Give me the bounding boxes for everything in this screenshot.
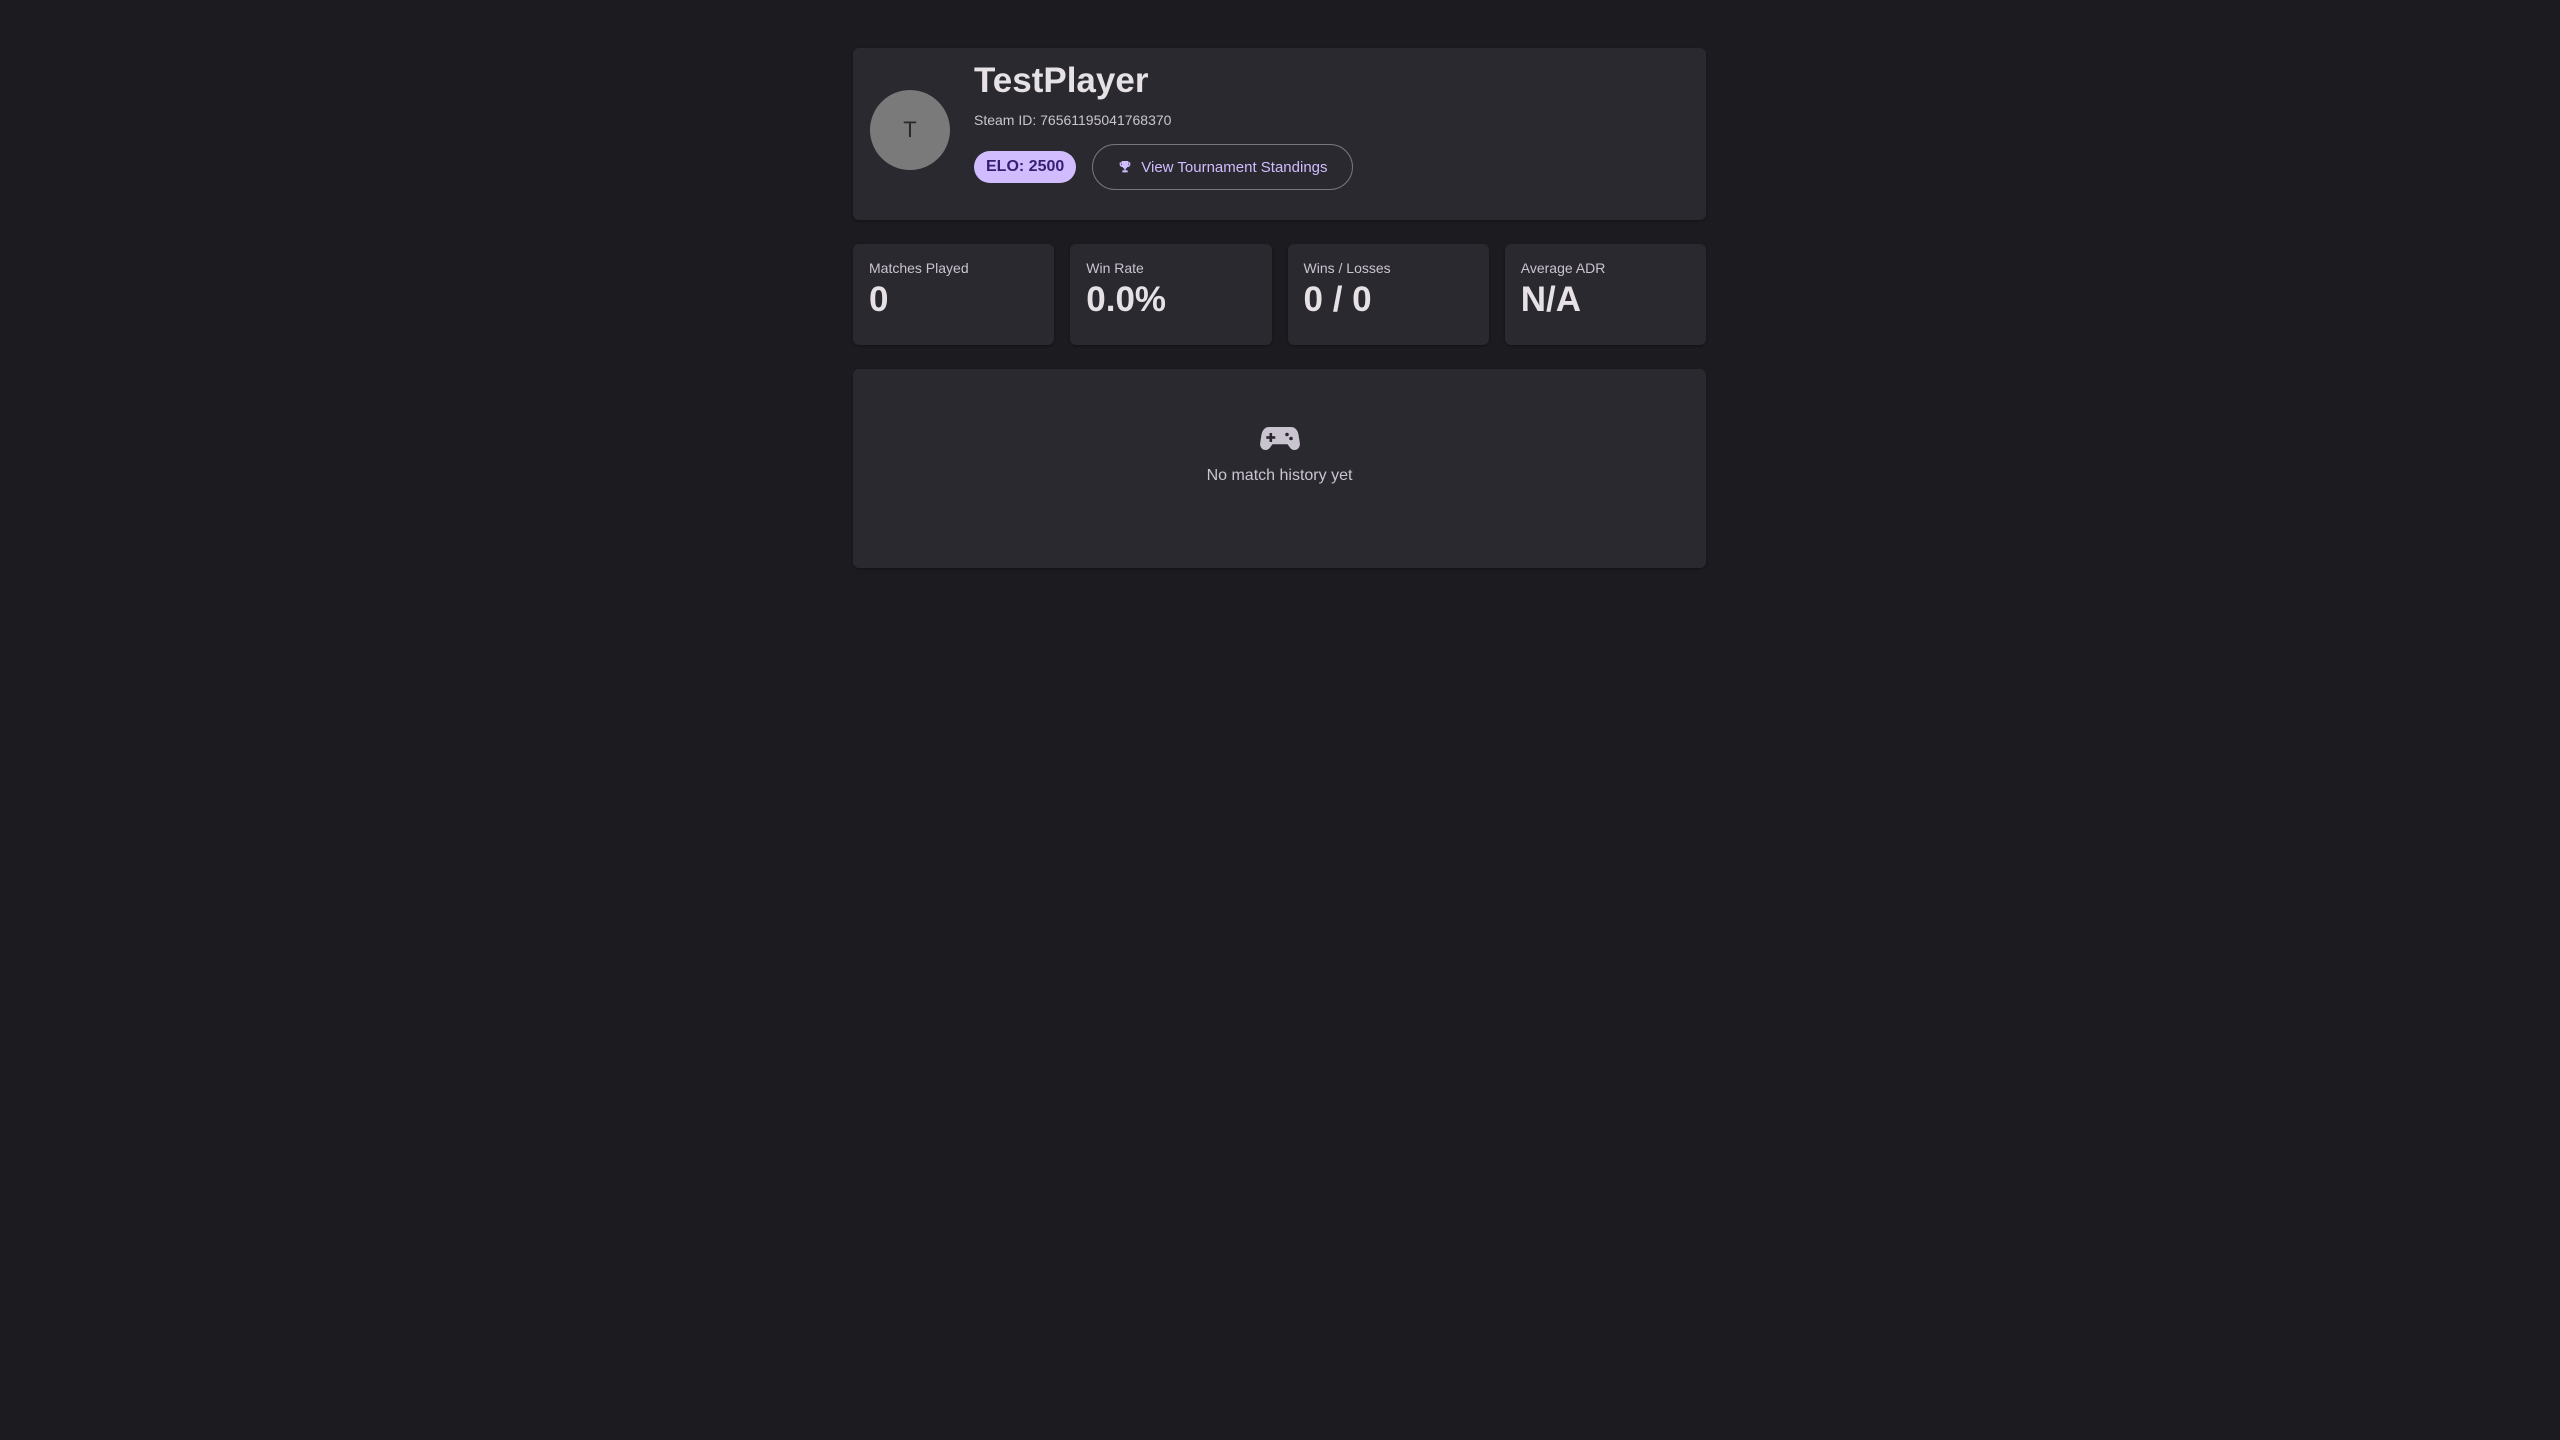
- stat-card-wins-losses: Wins / Losses 0 / 0: [1287, 244, 1489, 345]
- view-tournament-standings-button[interactable]: View Tournament Standings: [1092, 144, 1353, 190]
- stat-card-matches-played: Matches Played 0: [853, 244, 1055, 345]
- stat-card-average-adr: Average ADR N/A: [1504, 244, 1706, 345]
- steam-id: Steam ID: 76561195041768370: [974, 112, 1172, 128]
- stat-card-win-rate: Win Rate 0.0%: [1070, 244, 1272, 345]
- badge-row: ELO: 2500 View Tournament Standings: [974, 144, 1353, 190]
- stat-value: 0 / 0: [1303, 280, 1372, 319]
- gamepad-icon: [1259, 427, 1300, 450]
- standings-button-label: View Tournament Standings: [1141, 158, 1328, 176]
- player-name: TestPlayer: [974, 61, 1149, 100]
- no-match-history-text: No match history yet: [1206, 467, 1353, 484]
- stat-value: 0: [869, 280, 889, 319]
- stats-row: Matches Played 0 Win Rate 0.0% Wins / Lo…: [853, 244, 1706, 345]
- stat-label: Win Rate: [1086, 260, 1144, 276]
- elo-badge: ELO: 2500: [974, 151, 1077, 183]
- player-info: TestPlayer Steam ID: 76561195041768370 E…: [974, 62, 1353, 190]
- stat-label: Wins / Losses: [1303, 260, 1391, 276]
- trophy-icon: [1117, 159, 1133, 175]
- profile-card: T TestPlayer Steam ID: 76561195041768370…: [853, 48, 1706, 220]
- avatar: T: [870, 90, 950, 170]
- stat-label: Matches Played: [869, 260, 969, 276]
- stat-label: Average ADR: [1520, 260, 1606, 276]
- match-history-card: No match history yet: [853, 369, 1706, 568]
- player-profile-page: T TestPlayer Steam ID: 76561195041768370…: [853, 48, 1706, 568]
- stat-value: N/A: [1520, 280, 1582, 319]
- stat-value: 0.0%: [1086, 280, 1167, 319]
